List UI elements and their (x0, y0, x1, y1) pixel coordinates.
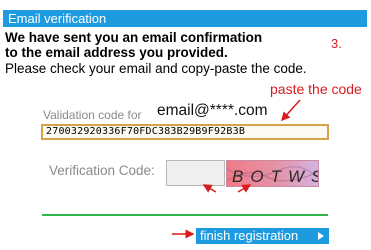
input-arrow-icon (202, 184, 217, 193)
annotation-arrows (172, 99, 301, 239)
captcha-arrow-icon (237, 184, 252, 193)
paste-arrow-icon (280, 99, 301, 122)
